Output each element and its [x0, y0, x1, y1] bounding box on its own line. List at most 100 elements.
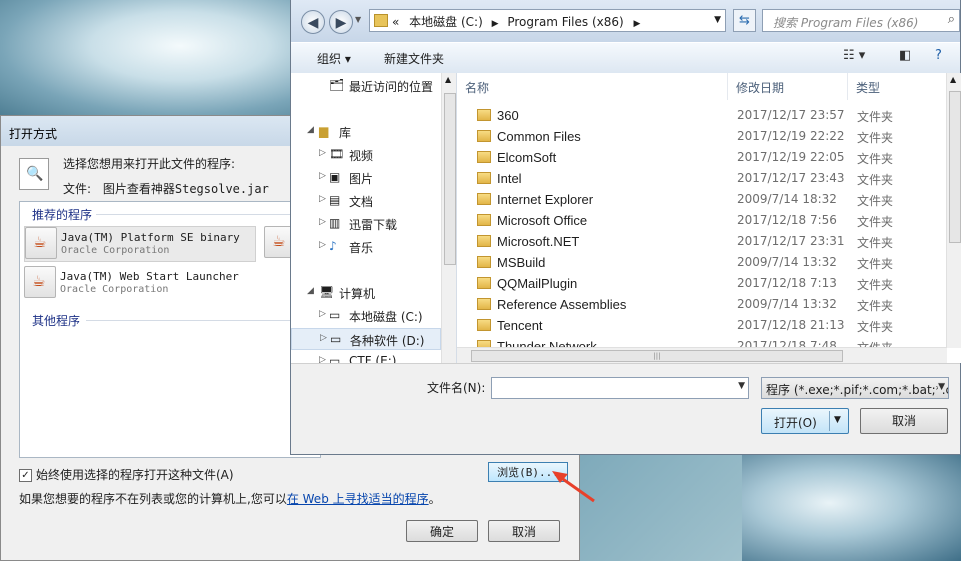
chevron-down-icon[interactable]: ▼: [738, 381, 745, 391]
expand-icon[interactable]: ▷: [319, 355, 326, 363]
file-type: 文件夹: [857, 236, 894, 250]
expand-icon[interactable]: ▷: [319, 240, 326, 250]
nav-item-library[interactable]: ◢ ▆ 库: [291, 121, 441, 143]
forward-button[interactable]: ▶: [329, 10, 353, 34]
filetype-select[interactable]: 程序 (*.exe;*.pif;*.com;*.bat;*.c ▼: [761, 377, 949, 399]
scroll-up-icon[interactable]: ▲: [445, 75, 451, 84]
expand-icon[interactable]: ◢: [307, 125, 314, 135]
sort-ascending-icon: ^: [587, 73, 594, 78]
breadcrumb-drive[interactable]: 本地磁盘 (C:): [409, 15, 483, 29]
column-header-name[interactable]: 名称 ^: [457, 73, 728, 100]
open-button[interactable]: 打开(O) ▼: [761, 408, 849, 434]
address-bar[interactable]: « 本地磁盘 (C:) ▶ Program Files (x86) ▶ ▼: [369, 9, 726, 32]
file-name: MSBuild: [497, 255, 546, 270]
expand-icon[interactable]: ▷: [319, 171, 326, 181]
preview-pane-icon[interactable]: ◧: [899, 48, 911, 63]
nav-item-drive-c[interactable]: ▷ ▭ 本地磁盘 (C:): [291, 305, 441, 327]
nav-item-pictures[interactable]: ▷ ▣ 图片: [291, 167, 441, 189]
program-list[interactable]: 推荐的程序 ☕ Java(TM) Platform SE binary Orac…: [19, 201, 321, 458]
file-date: 2017/12/17 23:31: [737, 234, 845, 248]
file-info: 文件: 图片查看神器Stegsolve.jar: [63, 180, 269, 197]
breadcrumb-folder[interactable]: Program Files (x86): [507, 15, 623, 29]
program-name: Java(TM) Web Start Launcher: [60, 270, 239, 283]
nav-item-drive-e[interactable]: ▷ ▭ CTF (E:): [291, 351, 441, 363]
expand-icon[interactable]: ▷: [320, 333, 327, 343]
expand-icon[interactable]: ▷: [319, 194, 326, 204]
scroll-thumb[interactable]: |||: [471, 350, 843, 362]
program-item[interactable]: ☕ Java(TM) Web Start Launcher Oracle Cor…: [24, 266, 254, 300]
list-item[interactable]: Internet Explorer 2009/7/14 18:32 文件夹: [457, 189, 947, 210]
list-item[interactable]: Tencent 2017/12/18 21:13 文件夹: [457, 315, 947, 336]
nav-item-drive-d[interactable]: ▷ ▭ 各种软件 (D:): [291, 328, 441, 350]
list-item[interactable]: 360 2017/12/17 23:57 文件夹: [457, 105, 947, 126]
cancel-button[interactable]: 取消: [488, 520, 560, 542]
nav-item-computer[interactable]: ◢ 🖥 计算机: [291, 282, 441, 304]
refresh-button[interactable]: ⇆: [733, 9, 756, 32]
column-header-type[interactable]: 类型: [848, 73, 947, 100]
program-vendor: Oracle Corporation: [60, 284, 169, 295]
vertical-scrollbar[interactable]: ▲: [441, 73, 456, 363]
scroll-up-icon[interactable]: ▲: [950, 75, 956, 84]
dialog-title: 打开方式: [9, 127, 58, 141]
history-dropdown-icon[interactable]: ▼: [355, 15, 361, 24]
ok-button[interactable]: 确定: [406, 520, 478, 542]
file-list: 名称 ^ 修改日期 类型 360 2017/12/17 23:57 文件夹 Commo…: [457, 73, 961, 363]
list-item[interactable]: Microsoft Office 2017/12/18 7:56 文件夹: [457, 210, 947, 231]
column-header-date[interactable]: 修改日期: [728, 73, 848, 100]
folder-icon: [477, 193, 491, 205]
divider: [829, 411, 830, 431]
chevron-right-icon[interactable]: ▶: [492, 19, 499, 29]
list-item[interactable]: Microsoft.NET 2017/12/17 23:31 文件夹: [457, 231, 947, 252]
list-item[interactable]: ElcomSoft 2017/12/19 22:05 文件夹: [457, 147, 947, 168]
file-type: 文件夹: [857, 131, 894, 145]
list-item[interactable]: Intel 2017/12/17 23:43 文件夹: [457, 168, 947, 189]
search-input[interactable]: 搜索 Program Files (x86) ⌕: [762, 9, 960, 32]
chevron-down-icon[interactable]: ▼: [938, 382, 945, 392]
search-icon: ⌕: [947, 12, 955, 27]
nav-item-recent[interactable]: 🗂 最近访问的位置: [291, 75, 441, 97]
nav-item-documents[interactable]: ▷ ▤ 文档: [291, 190, 441, 212]
chevron-right-icon[interactable]: ▶: [634, 19, 641, 29]
list-item[interactable]: QQMailPlugin 2017/12/18 7:13 文件夹: [457, 273, 947, 294]
toolbar: 组织 ▾ 新建文件夹 ☷ ▾ ◧ ?: [291, 42, 960, 74]
file-name: QQMailPlugin: [497, 276, 578, 291]
file-name: Tencent: [497, 318, 543, 333]
breadcrumb-overflow[interactable]: «: [392, 15, 399, 29]
chevron-down-icon[interactable]: ▼: [834, 415, 841, 425]
new-folder-button[interactable]: 新建文件夹: [384, 50, 444, 67]
expand-icon[interactable]: ▷: [319, 148, 326, 158]
program-item[interactable]: ☕ Java(TM) Platform SE binary Oracle Cor…: [24, 226, 256, 262]
filename-label: 文件名(N):: [427, 381, 486, 395]
organize-button[interactable]: 组织 ▾: [317, 50, 351, 67]
list-item[interactable]: MSBuild 2009/7/14 13:32 文件夹: [457, 252, 947, 273]
nav-item-downloads[interactable]: ▷ ▥ 迅雷下载: [291, 213, 441, 235]
recommended-header: 推荐的程序: [32, 208, 93, 222]
cancel-button[interactable]: 取消: [860, 408, 948, 434]
vertical-scrollbar[interactable]: ▲: [946, 73, 961, 348]
expand-icon[interactable]: ▷: [319, 217, 326, 227]
scroll-thumb[interactable]: [949, 91, 961, 243]
java-icon: ☕: [24, 266, 56, 298]
scroll-thumb[interactable]: [444, 93, 456, 265]
folder-icon: [374, 14, 388, 27]
video-icon: 🎞: [329, 147, 345, 161]
list-item[interactable]: Reference Assemblies 2009/7/14 13:32 文件夹: [457, 294, 947, 315]
file-name: ElcomSoft: [497, 150, 557, 165]
expand-icon[interactable]: ◢: [307, 286, 314, 296]
folder-icon: [477, 256, 491, 268]
view-options-icon[interactable]: ☷ ▾: [843, 48, 865, 63]
nav-item-video[interactable]: ▷ 🎞 视频: [291, 144, 441, 166]
find-on-web-link[interactable]: 在 Web 上寻找适当的程序: [287, 492, 429, 506]
list-item[interactable]: Common Files 2017/12/19 22:22 文件夹: [457, 126, 947, 147]
filename-input[interactable]: ▼: [491, 377, 749, 399]
always-use-checkbox[interactable]: ✓: [19, 469, 32, 482]
help-icon[interactable]: ?: [935, 48, 942, 63]
expand-icon[interactable]: ▷: [319, 309, 326, 319]
back-button[interactable]: ◀: [301, 10, 325, 34]
chevron-down-icon[interactable]: ▼: [714, 15, 721, 25]
drive-icon: ▭: [330, 332, 342, 346]
always-use-option[interactable]: ✓ 始终使用选择的程序打开这种文件(A): [19, 466, 234, 483]
horizontal-scrollbar[interactable]: |||: [457, 347, 947, 363]
nav-item-music[interactable]: ▷ ♪ 音乐: [291, 236, 441, 258]
file-search-icon: 🔍: [19, 158, 49, 190]
